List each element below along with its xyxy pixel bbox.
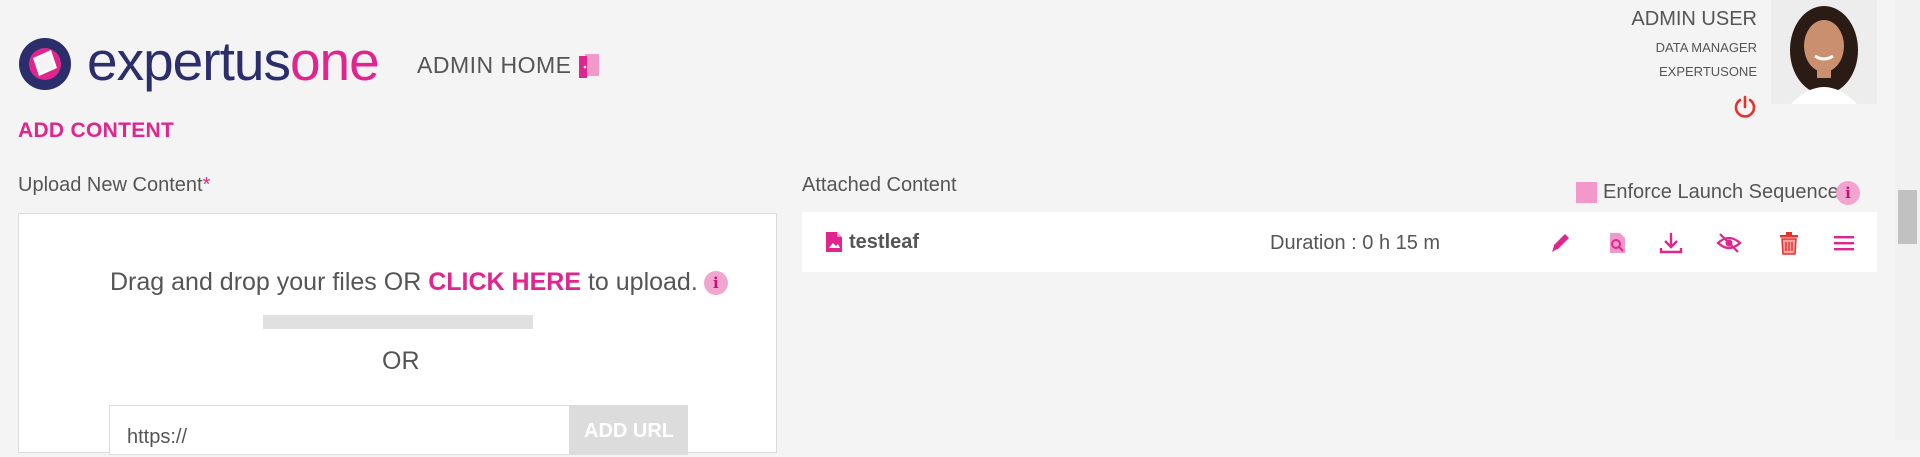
edit-icon[interactable] <box>1548 230 1574 256</box>
hide-icon[interactable] <box>1716 230 1742 256</box>
preview-icon[interactable] <box>1604 230 1630 256</box>
exit-door-icon[interactable] <box>575 50 605 80</box>
logo-mark-icon <box>19 38 71 90</box>
attached-content-label: Attached Content <box>802 174 957 196</box>
content-name[interactable]: testleaf <box>849 231 919 254</box>
dnd-suffix: to upload. <box>587 268 698 296</box>
admin-home-link[interactable]: ADMIN HOME <box>417 52 572 79</box>
add-url-button[interactable]: ADD URL <box>570 405 688 455</box>
download-icon[interactable] <box>1658 230 1684 256</box>
user-name: ADMIN USER <box>1631 8 1757 30</box>
power-icon[interactable] <box>1732 94 1758 120</box>
delete-icon[interactable] <box>1776 230 1802 256</box>
avatar-portrait-icon <box>1771 0 1877 104</box>
section-title: ADD CONTENT <box>18 119 175 138</box>
logo-text-part1: expertus <box>87 30 291 92</box>
upload-label: Upload New Content* <box>18 174 210 197</box>
click-here-link[interactable]: CLICK HERE <box>428 268 581 296</box>
required-mark: * <box>202 174 211 196</box>
dnd-instructions: Drag and drop your files OR CLICK HERE t… <box>110 268 728 297</box>
upload-info-icon[interactable]: i <box>703 271 728 296</box>
url-input[interactable] <box>109 405 570 455</box>
avatar[interactable] <box>1771 0 1877 104</box>
reorder-icon[interactable] <box>1831 230 1857 256</box>
or-divider: OR <box>382 347 420 375</box>
content-duration: Duration : 0 h 15 m <box>1270 232 1441 254</box>
dnd-prefix: Drag and drop your files OR <box>110 268 422 296</box>
file-image-icon <box>826 232 842 252</box>
enforce-info-icon[interactable]: i <box>1836 181 1860 205</box>
user-role: DATA MANAGER <box>1655 40 1757 55</box>
logo-wordmark: expertusone <box>87 28 380 94</box>
enforce-sequence-label[interactable]: Enforce Launch Sequence <box>1603 181 1839 204</box>
upload-label-text: Upload New Content <box>18 174 203 196</box>
logo-text-part2: one <box>289 30 380 92</box>
scrollbar-thumb[interactable] <box>1898 190 1917 244</box>
enforce-sequence-checkbox[interactable] <box>1576 182 1597 203</box>
upload-progress-bar <box>263 315 533 329</box>
user-org: EXPERTUSONE <box>1658 64 1757 79</box>
